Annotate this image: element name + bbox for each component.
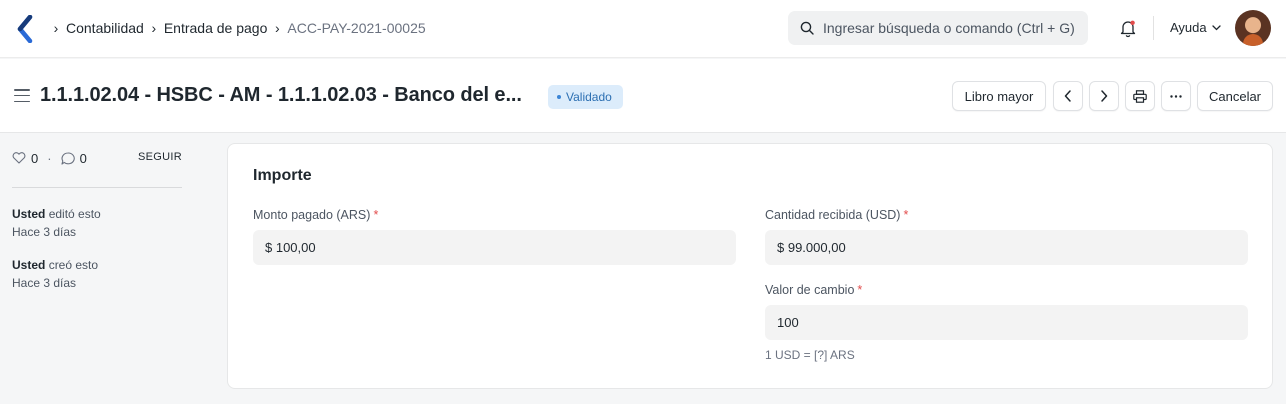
activity-time: Hace 3 días bbox=[12, 276, 77, 290]
breadcrumb-current-doc[interactable]: ACC-PAY-2021-00025 bbox=[287, 20, 425, 36]
required-marker: * bbox=[857, 283, 863, 297]
paid-amount-field[interactable]: $ 100,00 bbox=[253, 230, 736, 265]
comment-icon bbox=[61, 151, 75, 165]
breadcrumb-contabilidad[interactable]: Contabilidad bbox=[66, 20, 144, 36]
comments-stat[interactable]: 0 bbox=[61, 151, 87, 166]
breadcrumb-entrada-de-pago[interactable]: Entrada de pago bbox=[164, 20, 268, 36]
heart-icon bbox=[12, 152, 26, 164]
received-amount-label-text: Cantidad recibida (USD) bbox=[765, 208, 901, 222]
required-marker: * bbox=[373, 208, 379, 222]
paid-amount-label-text: Monto pagado (ARS) bbox=[253, 208, 371, 222]
cancel-button[interactable]: Cancelar bbox=[1197, 81, 1273, 111]
navbar: › Contabilidad › Entrada de pago › ACC-P… bbox=[0, 0, 1286, 58]
activity-user[interactable]: Usted bbox=[12, 207, 45, 221]
app-logo-icon[interactable] bbox=[16, 15, 36, 43]
follow-button[interactable]: SEGUIR bbox=[138, 151, 182, 163]
chevron-down-icon bbox=[1211, 24, 1221, 30]
required-marker: * bbox=[903, 208, 909, 222]
activity-action: editó esto bbox=[48, 207, 101, 221]
help-dropdown[interactable]: Ayuda bbox=[1170, 20, 1221, 35]
activity-item: Usted editó esto Hace 3 días bbox=[12, 205, 182, 241]
page-title: 1.1.1.02.04 - HSBC - AM - 1.1.1.02.03 - … bbox=[40, 84, 522, 106]
paid-amount-label: Monto pagado (ARS) * bbox=[253, 208, 378, 222]
printer-icon bbox=[1133, 89, 1147, 103]
received-amount-field[interactable]: $ 99.000,00 bbox=[765, 230, 1248, 265]
status-label: Validado bbox=[566, 90, 612, 104]
status-badge: Validado bbox=[548, 85, 623, 109]
stat-separator: · bbox=[47, 150, 52, 166]
navbar-divider bbox=[1153, 16, 1154, 40]
activity-user[interactable]: Usted bbox=[12, 258, 45, 272]
activity-action: creó esto bbox=[48, 258, 99, 272]
page-head: 1.1.1.02.04 - HSBC - AM - 1.1.1.02.03 - … bbox=[0, 59, 1286, 133]
activity-time: Hace 3 días bbox=[12, 225, 77, 239]
doc-stats: 0 · 0 SEGUIR bbox=[12, 146, 182, 170]
exchange-rate-label: Valor de cambio * bbox=[765, 283, 862, 297]
avatar[interactable] bbox=[1235, 10, 1271, 46]
ledger-button[interactable]: Libro mayor bbox=[952, 81, 1046, 111]
exchange-rate-label-text: Valor de cambio bbox=[765, 283, 855, 297]
status-dot-icon bbox=[557, 95, 561, 99]
section-title: Importe bbox=[253, 167, 312, 184]
chevron-right-icon: › bbox=[53, 20, 59, 36]
likes-count: 0 bbox=[31, 150, 39, 166]
chevron-right-icon bbox=[1101, 90, 1108, 102]
search-icon bbox=[800, 21, 814, 35]
help-label: Ayuda bbox=[1170, 20, 1207, 35]
hamburger-menu-icon[interactable] bbox=[14, 89, 30, 103]
comments-count: 0 bbox=[79, 150, 87, 166]
chevron-right-icon: › bbox=[275, 20, 280, 36]
search-bar[interactable]: Ingresar búsqueda o comando (Ctrl + G) bbox=[788, 11, 1088, 45]
breadcrumb: › Contabilidad › Entrada de pago › ACC-P… bbox=[46, 0, 426, 56]
sidebar-divider bbox=[12, 187, 182, 188]
notification-bell-icon[interactable] bbox=[1118, 18, 1138, 38]
likes-stat[interactable]: 0 bbox=[12, 151, 38, 166]
chevron-left-icon bbox=[1064, 90, 1071, 102]
previous-doc-button[interactable] bbox=[1053, 81, 1083, 111]
ellipsis-icon bbox=[1170, 94, 1182, 98]
print-button[interactable] bbox=[1125, 81, 1155, 111]
sidebar: 0 · 0 SEGUIR Usted editó esto Hace 3 día… bbox=[12, 146, 182, 292]
activity-item: Usted creó esto Hace 3 días bbox=[12, 256, 182, 292]
form-section-card: Importe Monto pagado (ARS) * $ 100,00 Can… bbox=[227, 143, 1273, 389]
chevron-right-icon: › bbox=[151, 20, 157, 36]
exchange-rate-hint: 1 USD = [?] ARS bbox=[765, 348, 855, 362]
next-doc-button[interactable] bbox=[1089, 81, 1119, 111]
more-options-button[interactable] bbox=[1161, 81, 1191, 111]
exchange-rate-field[interactable]: 100 bbox=[765, 305, 1248, 340]
received-amount-label: Cantidad recibida (USD) * bbox=[765, 208, 908, 222]
search-input[interactable]: Ingresar búsqueda o comando (Ctrl + G) bbox=[823, 20, 1075, 36]
